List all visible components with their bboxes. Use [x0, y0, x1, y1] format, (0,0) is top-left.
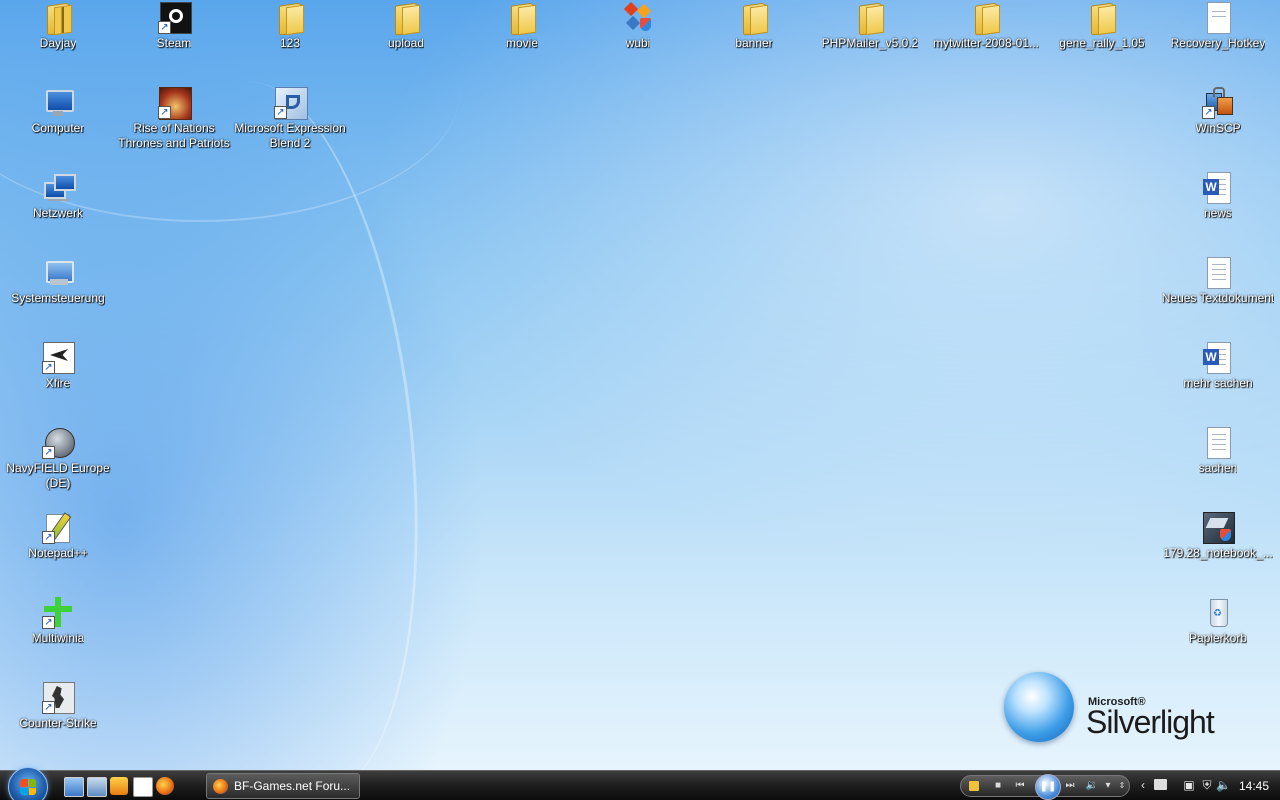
desktop-icon-xfire[interactable]: ↗ Xfire: [0, 342, 116, 391]
word-document-icon: W: [1202, 342, 1234, 374]
switch-windows-icon[interactable]: [87, 777, 107, 797]
desktop-icon-phpmailer[interactable]: PHPMailer_v5.0.2: [812, 2, 928, 51]
folder-icon: [854, 2, 886, 36]
desktop-icon-winscp[interactable]: ↗ WinSCP: [1160, 87, 1276, 136]
desktop-icon-counter-strike[interactable]: ↗ Counter-Strike: [0, 682, 116, 731]
desktop-icon-systemsteuerung[interactable]: Systemsteuerung: [0, 257, 116, 306]
desktop-icon-banner[interactable]: banner: [696, 2, 812, 51]
network-icon: [42, 172, 76, 204]
rise-of-nations-icon: ↗: [158, 87, 192, 120]
restore-icon[interactable]: ⇕: [1117, 780, 1127, 792]
media-player-icon[interactable]: [969, 781, 979, 791]
volume-icon[interactable]: 🔉: [1085, 780, 1099, 792]
next-icon[interactable]: ⏭: [1063, 780, 1077, 792]
desktop-icon-sachen[interactable]: sachen: [1160, 427, 1276, 476]
file-icon: [1202, 2, 1234, 34]
windows-logo-icon: [20, 779, 36, 795]
silverlight-logo: Microsoft® Silverlight: [1000, 670, 1240, 750]
folder-icon: [1086, 2, 1118, 36]
media-player-toolbar: ■ ⏮ ❚❚ ⏭ 🔉 ▾ ⇕: [960, 774, 1130, 800]
desktop-icon-expression-blend[interactable]: ↗ Microsoft Expression Blend 2: [232, 87, 348, 151]
chevron-left-icon[interactable]: ‹: [1136, 778, 1150, 792]
steam-icon: ↗: [158, 2, 192, 34]
folder-icon: [970, 2, 1002, 36]
desktop-icon-steam[interactable]: ↗ Steam: [116, 2, 232, 51]
start-button[interactable]: [8, 767, 48, 800]
stop-icon[interactable]: ■: [991, 780, 1005, 792]
text-document-icon: [1202, 427, 1234, 459]
security-tray-icon[interactable]: ⛨: [1200, 778, 1214, 792]
word-document-icon: W: [1202, 172, 1234, 204]
recycle-bin-icon: ♻: [1202, 597, 1234, 629]
multiwinia-icon: ↗: [42, 597, 74, 629]
taskbar-window-button[interactable]: BF-Games.net Foru...: [206, 773, 360, 799]
desktop-icon-news[interactable]: W news: [1160, 172, 1276, 221]
folder-icon: [738, 2, 770, 36]
previous-icon[interactable]: ⏮: [1013, 780, 1027, 792]
expression-blend-icon: ↗: [274, 87, 308, 120]
firefox-icon: [213, 779, 228, 794]
installer-icon: [1202, 512, 1235, 544]
desktop-icon-nvidia-driver[interactable]: 179.28_notebook_...: [1160, 512, 1276, 561]
folder-icon: [274, 2, 306, 36]
silverlight-brand-name: Silverlight: [1086, 704, 1215, 740]
display-icon[interactable]: [1154, 779, 1167, 790]
desktop-icon-mytwitter[interactable]: mytwitter-2008-01...: [928, 2, 1044, 51]
computer-icon: [42, 87, 74, 119]
desktop-icon-123[interactable]: 123: [232, 2, 348, 51]
desktop-icon-papierkorb[interactable]: ♻ Papierkorb: [1160, 597, 1276, 646]
desktop-icon-rise-of-nations[interactable]: ↗ Rise of Nations Thrones and Patriots: [116, 87, 232, 151]
desktop-icon-notepadpp[interactable]: ↗ Notepad++: [0, 512, 116, 561]
media-player-icon[interactable]: [110, 777, 128, 795]
desktop-icon-upload[interactable]: upload: [348, 2, 464, 51]
silverlight-orb-icon: [1004, 672, 1074, 742]
folder-icon: [390, 2, 422, 36]
taskbar: BF-Games.net Foru... ■ ⏮ ❚❚ ⏭ 🔉 ▾ ⇕ ‹ ▣ …: [0, 767, 1280, 800]
firefox-icon[interactable]: [156, 777, 174, 795]
clock[interactable]: 14:45: [1232, 779, 1276, 793]
folder-icon: [506, 2, 538, 36]
desktop-icon-dayjay[interactable]: Dayjay: [0, 2, 116, 51]
desktop-icon-recovery-hotkey[interactable]: Recovery_Hotkey: [1160, 2, 1276, 51]
pause-button[interactable]: ❚❚: [1035, 774, 1061, 800]
desktop-icon-neues-textdokument[interactable]: Neues Textdokument: [1160, 257, 1276, 306]
wubi-installer-icon: [622, 1, 654, 34]
desktop-icon-movie[interactable]: movie: [464, 2, 580, 51]
network-tray-icon[interactable]: ▣: [1182, 778, 1196, 792]
desktop-icon-gene-rally[interactable]: gene_rally_1.05: [1044, 2, 1160, 51]
chevron-down-icon[interactable]: ▾: [1101, 780, 1115, 792]
taskbar-window-title: BF-Games.net Foru...: [234, 779, 351, 793]
desktop-icon-computer[interactable]: Computer: [0, 87, 116, 136]
desktop-icon-mehr-sachen[interactable]: W mehr sachen: [1160, 342, 1276, 391]
desktop-icon-wubi[interactable]: wubi: [580, 1, 696, 51]
control-panel-icon: [42, 257, 74, 289]
zip-folder-icon: [42, 2, 74, 36]
desktop-icon-netzwerk[interactable]: Netzwerk: [0, 172, 116, 221]
xfire-icon[interactable]: [133, 777, 153, 797]
show-desktop-icon[interactable]: [64, 777, 84, 797]
counter-strike-icon: ↗: [42, 682, 75, 714]
volume-tray-icon[interactable]: 🔈: [1216, 778, 1231, 792]
navyfield-icon: ↗: [42, 427, 75, 459]
text-document-icon: [1202, 257, 1234, 289]
winscp-icon: ↗: [1202, 87, 1234, 119]
notepadpp-icon: ↗: [42, 512, 74, 544]
desktop-icon-multiwinia[interactable]: ↗ Multiwinia: [0, 597, 116, 646]
xfire-icon: ↗: [42, 342, 75, 374]
desktop[interactable]: Dayjay ↗ Steam 123 upload movie wubi ban…: [0, 0, 1280, 770]
desktop-icon-navyfield[interactable]: ↗ NavyFIELD Europe (DE): [0, 427, 116, 491]
